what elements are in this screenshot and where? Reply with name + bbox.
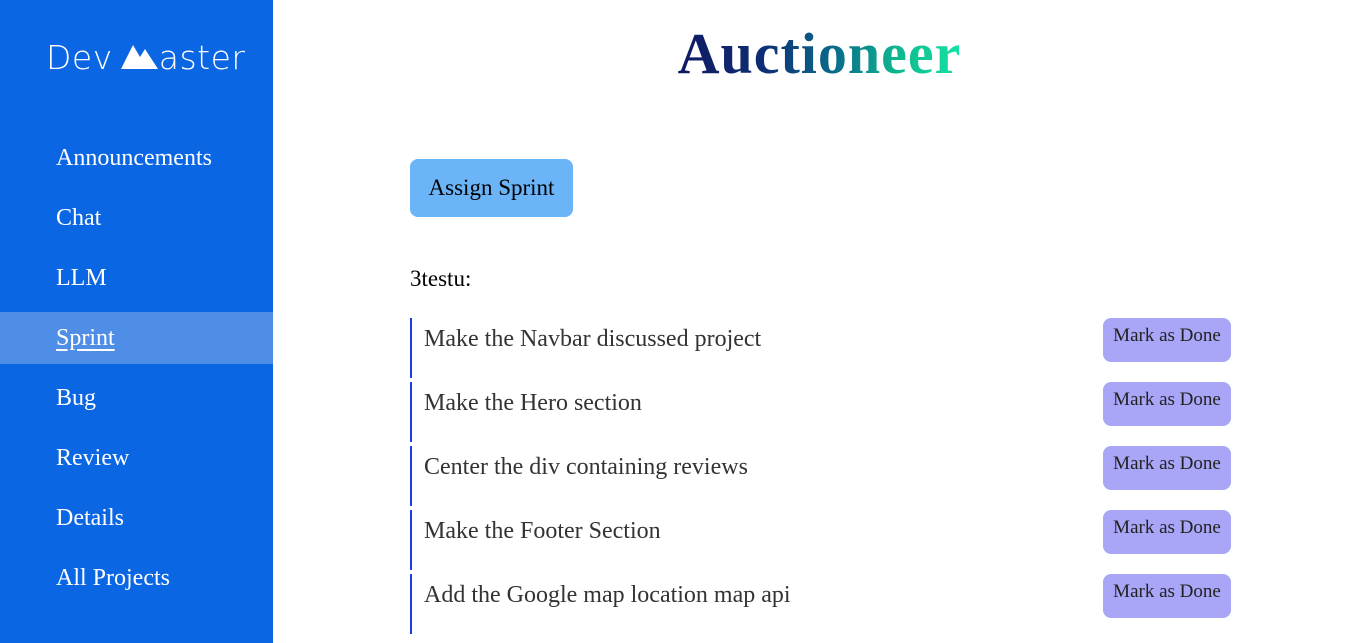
sprint-name: 3testu:: [410, 266, 472, 291]
main-content: Auctioneer Assign Sprint 3testu: Make th…: [273, 0, 1366, 643]
task-item: Make the Hero section Mark as Done: [410, 382, 1231, 442]
mark-as-done-button[interactable]: Mark as Done: [1103, 446, 1231, 490]
sidebar-item-label: Details: [56, 504, 124, 531]
task-text: Make the Footer Section: [424, 518, 661, 544]
sidebar-item-label: Announcements: [56, 144, 212, 171]
sidebar-item-review[interactable]: Review: [0, 432, 273, 484]
sidebar-item-announcements[interactable]: Announcements: [0, 132, 273, 184]
sidebar: Dev aster Announcements Chat LLM Sprint …: [0, 0, 273, 643]
sidebar-item-label: Sprint: [56, 324, 115, 351]
sidebar-item-label: Chat: [56, 204, 102, 231]
mark-as-done-button[interactable]: Mark as Done: [1103, 510, 1231, 554]
sidebar-item-llm[interactable]: LLM: [0, 252, 273, 304]
task-text: Make the Navbar discussed project: [424, 326, 762, 352]
sidebar-item-details[interactable]: Details: [0, 492, 273, 544]
page-title: Auctioneer: [273, 20, 1366, 88]
task-text: Center the div containing reviews: [424, 454, 748, 480]
project-title-text: Auctioneer: [677, 21, 962, 86]
sidebar-item-label: Bug: [56, 384, 97, 411]
sidebar-item-label: Review: [56, 444, 130, 471]
sidebar-item-label: All Projects: [56, 564, 170, 591]
task-item: Make the Navbar discussed project Mark a…: [410, 318, 1231, 378]
task-item: Make the Footer Section Mark as Done: [410, 510, 1231, 570]
task-text: Add the Google map location map api: [424, 582, 791, 608]
mark-as-done-button[interactable]: Mark as Done: [1103, 382, 1231, 426]
assign-sprint-button[interactable]: Assign Sprint: [410, 159, 573, 217]
brand-logo[interactable]: Dev aster: [46, 38, 245, 78]
brand-name-left: Dev: [46, 38, 113, 77]
task-item: Center the div containing reviews Mark a…: [410, 446, 1231, 506]
sidebar-item-all-projects[interactable]: All Projects: [0, 552, 273, 604]
sidebar-item-bug[interactable]: Bug: [0, 372, 273, 424]
sidebar-item-chat[interactable]: Chat: [0, 192, 273, 244]
brand-name-right: aster: [158, 38, 246, 77]
mountain-icon: [120, 42, 159, 70]
task-text: Make the Hero section: [424, 390, 642, 416]
mark-as-done-button[interactable]: Mark as Done: [1103, 318, 1231, 362]
task-list: Make the Navbar discussed project Mark a…: [410, 318, 1231, 638]
sidebar-item-label: LLM: [56, 264, 107, 291]
mark-as-done-button[interactable]: Mark as Done: [1103, 574, 1231, 618]
task-item: Add the Google map location map api Mark…: [410, 574, 1231, 634]
sidebar-nav: Announcements Chat LLM Sprint Bug Review…: [0, 132, 273, 612]
sidebar-item-sprint[interactable]: Sprint: [0, 312, 273, 364]
